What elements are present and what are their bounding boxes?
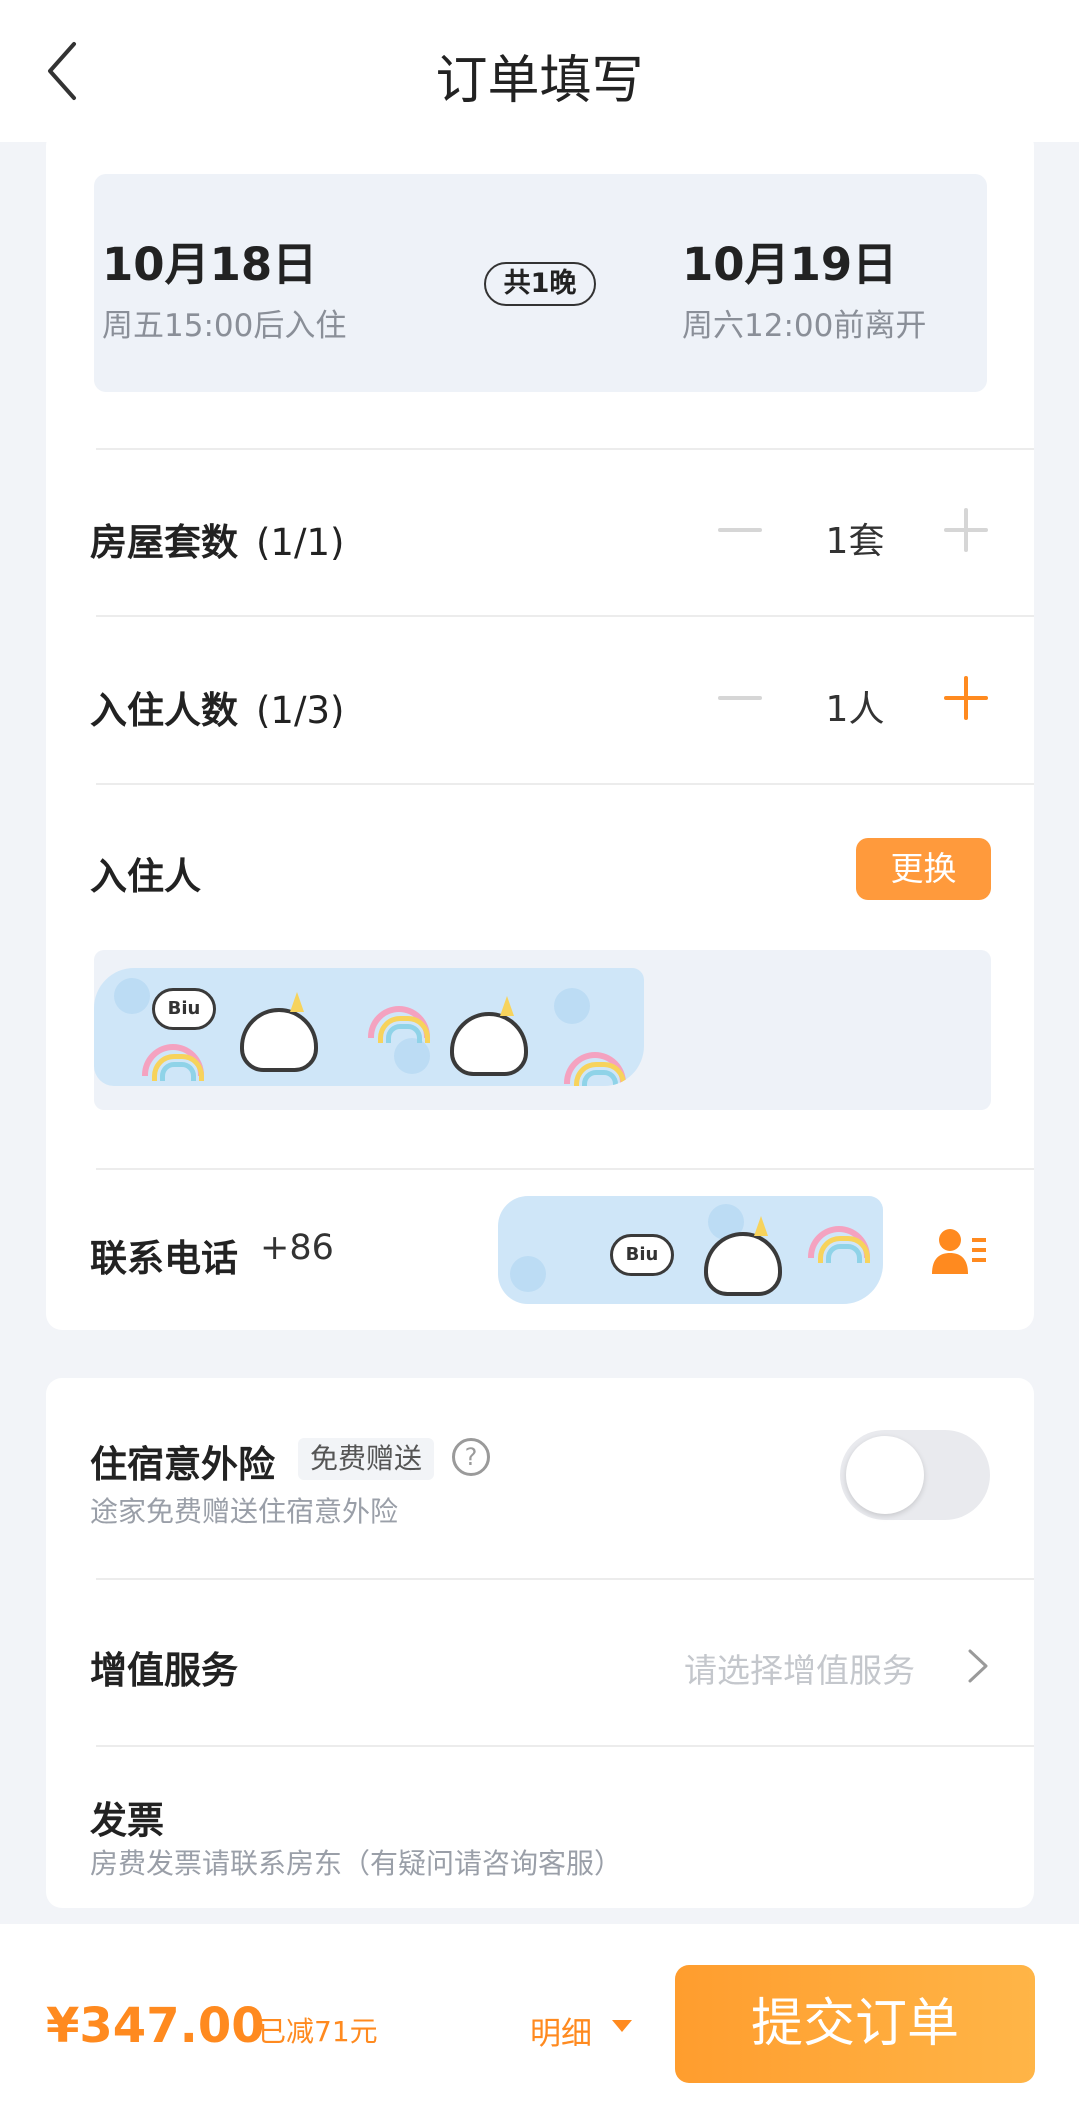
guests-label: 入住人数 xyxy=(90,689,238,732)
rainbow-sticker xyxy=(564,1052,626,1086)
rooms-count: 1套 xyxy=(825,521,885,562)
price-detail-link[interactable]: 明细 xyxy=(530,2008,592,2053)
divider xyxy=(96,783,1034,785)
sticker-cover: Biu xyxy=(94,968,644,1086)
biu-sticker: Biu xyxy=(152,988,216,1030)
invoice-label: 发票 xyxy=(90,1799,164,1842)
discount-text: 已减71元 xyxy=(258,2015,378,2048)
checkout-note: 周六12:00前离开 xyxy=(682,308,927,344)
divider xyxy=(96,448,1034,450)
contact-book-icon[interactable] xyxy=(930,1226,988,1276)
rooms-row: 房屋套数 (1/1) xyxy=(90,512,344,566)
invoice-note: 房费发票请联系房东（有疑问请咨询客服） xyxy=(90,1847,623,1880)
unicorn-sticker xyxy=(450,996,544,1076)
rainbow-sticker xyxy=(368,1006,430,1043)
guests-fraction: (1/3) xyxy=(256,689,345,732)
biu-sticker: Biu xyxy=(610,1234,674,1276)
change-occupant-button[interactable]: 更换 xyxy=(856,838,991,900)
help-icon[interactable]: ? xyxy=(452,1438,490,1476)
rainbow-sticker xyxy=(808,1226,870,1263)
sticker-cover: Biu xyxy=(498,1196,883,1304)
rooms-fraction: (1/1) xyxy=(256,521,345,564)
rooms-minus-button[interactable] xyxy=(718,508,762,552)
unicorn-sticker xyxy=(704,1216,798,1296)
guests-plus-button[interactable] xyxy=(944,676,988,720)
insurance-toggle[interactable] xyxy=(840,1430,990,1520)
guests-count: 1人 xyxy=(825,689,885,730)
guests-row: 入住人数 (1/3) xyxy=(90,680,344,734)
checkin-date: 10月18日 xyxy=(102,238,318,291)
caret-down-icon[interactable] xyxy=(612,2020,632,2032)
phone-label: 联系电话 xyxy=(90,1237,238,1280)
submit-order-button[interactable]: 提交订单 xyxy=(675,1965,1035,2083)
nights-badge: 共1晚 xyxy=(484,262,596,306)
divider xyxy=(96,1168,1034,1170)
rainbow-sticker xyxy=(142,1044,204,1081)
total-price: ¥347.00 xyxy=(46,1998,265,2054)
occupant-label: 入住人 xyxy=(90,855,201,898)
checkin-note: 周五15:00后入住 xyxy=(102,308,347,344)
checkout-date: 10月19日 xyxy=(682,238,898,291)
phone-country-code[interactable]: +86 xyxy=(260,1228,334,1268)
toggle-knob xyxy=(846,1436,924,1514)
chevron-right-icon[interactable] xyxy=(966,1648,990,1684)
page-title: 订单填写 xyxy=(435,51,644,111)
rooms-label: 房屋套数 xyxy=(90,521,238,564)
divider xyxy=(96,1578,1034,1580)
insurance-free-tag: 免费赠送 xyxy=(298,1438,435,1480)
insurance-label: 住宿意外险 xyxy=(90,1443,275,1486)
insurance-note: 途家免费赠送住宿意外险 xyxy=(90,1495,399,1528)
top-bar: 订单填写 xyxy=(0,0,1079,142)
occupant-field[interactable]: Biu xyxy=(94,950,991,1110)
guests-minus-button[interactable] xyxy=(718,676,762,720)
unicorn-sticker xyxy=(240,992,334,1072)
divider xyxy=(96,615,1034,617)
divider xyxy=(96,1745,1034,1747)
services-selector[interactable]: 请选择增值服务 xyxy=(684,1644,915,1692)
rooms-plus-button[interactable] xyxy=(944,508,988,552)
services-label: 增值服务 xyxy=(90,1649,238,1692)
